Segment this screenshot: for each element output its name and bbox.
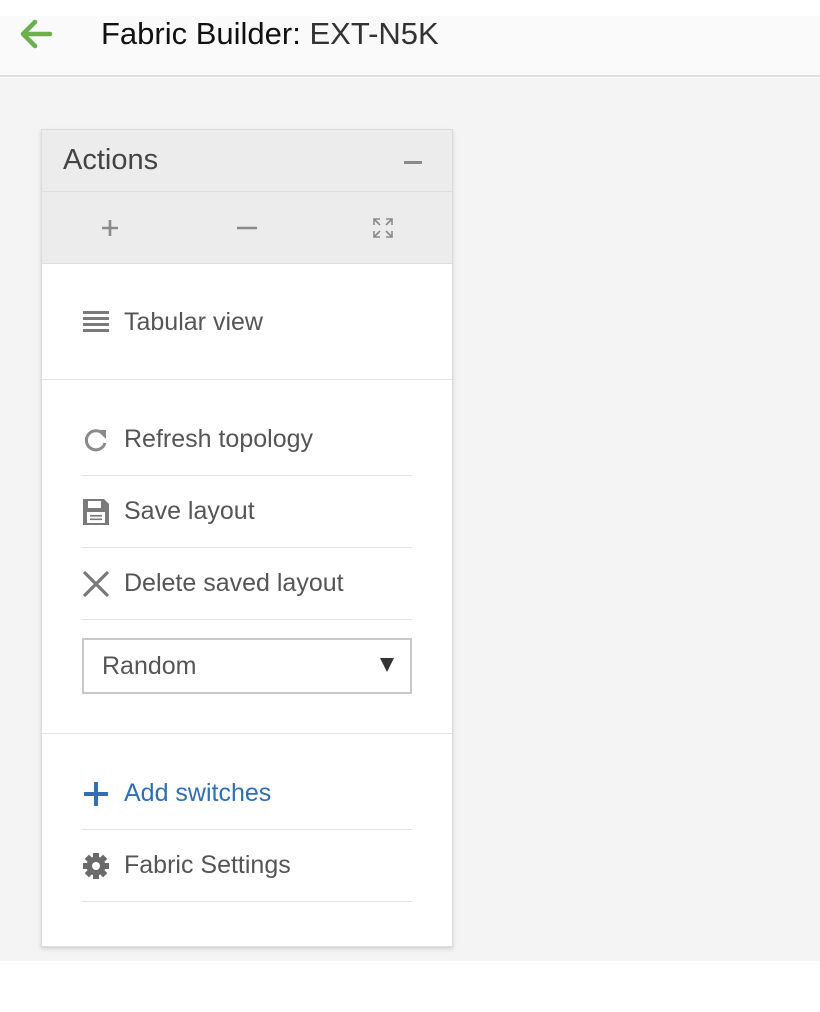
plus-icon <box>82 780 110 808</box>
add-switches-button[interactable]: Add switches <box>82 758 412 830</box>
delete-saved-layout-button[interactable]: Delete saved layout <box>82 548 412 620</box>
collapse-panel-button[interactable] <box>404 161 422 164</box>
fabric-settings-label: Fabric Settings <box>124 851 291 879</box>
actions-panel-header: Actions <box>42 130 452 192</box>
delete-saved-layout-label: Delete saved layout <box>124 569 344 597</box>
close-icon <box>82 570 110 598</box>
layout-algorithm-value: Random <box>102 652 197 680</box>
back-button[interactable] <box>16 16 56 52</box>
fit-to-screen-button[interactable] <box>365 210 401 246</box>
tabular-view-button[interactable]: Tabular view <box>82 286 412 358</box>
zoom-in-button[interactable] <box>92 210 128 246</box>
expand-icon <box>373 218 393 238</box>
zoom-out-button[interactable] <box>229 210 265 246</box>
tabular-view-label: Tabular view <box>124 307 263 336</box>
page-footer-area <box>0 961 820 1012</box>
refresh-topology-label: Refresh topology <box>124 425 314 453</box>
refresh-topology-button[interactable]: Refresh topology <box>82 404 412 476</box>
actions-panel: Actions Tabular view Refresh topology Sa… <box>41 129 453 947</box>
add-switches-label: Add switches <box>124 779 272 807</box>
floppy-disk-icon <box>82 498 110 526</box>
zoom-toolbar <box>42 192 452 264</box>
plus-icon <box>102 220 118 236</box>
save-layout-button[interactable]: Save layout <box>82 476 412 548</box>
caret-down-icon <box>380 658 394 672</box>
top-bar: Fabric Builder: EXT-N5K <box>0 16 820 77</box>
page-title-label: Fabric Builder: <box>101 16 301 51</box>
fabric-settings-button[interactable]: Fabric Settings <box>82 830 412 902</box>
minus-icon <box>237 226 257 230</box>
fabric-name: EXT-N5K <box>309 16 439 51</box>
view-section: Tabular view <box>42 264 452 380</box>
layout-section: Refresh topology Save layout Delete save… <box>42 380 452 734</box>
page-title: Fabric Builder: EXT-N5K <box>101 16 439 52</box>
layout-algorithm-select[interactable]: Random <box>82 638 412 694</box>
save-layout-label: Save layout <box>124 497 255 525</box>
refresh-icon <box>82 426 110 454</box>
fabric-section: Add switches Fabric Settings <box>42 734 452 946</box>
list-icon <box>82 308 110 336</box>
actions-panel-title: Actions <box>63 144 159 176</box>
arrow-left-icon <box>20 19 53 49</box>
gear-icon <box>82 852 110 880</box>
